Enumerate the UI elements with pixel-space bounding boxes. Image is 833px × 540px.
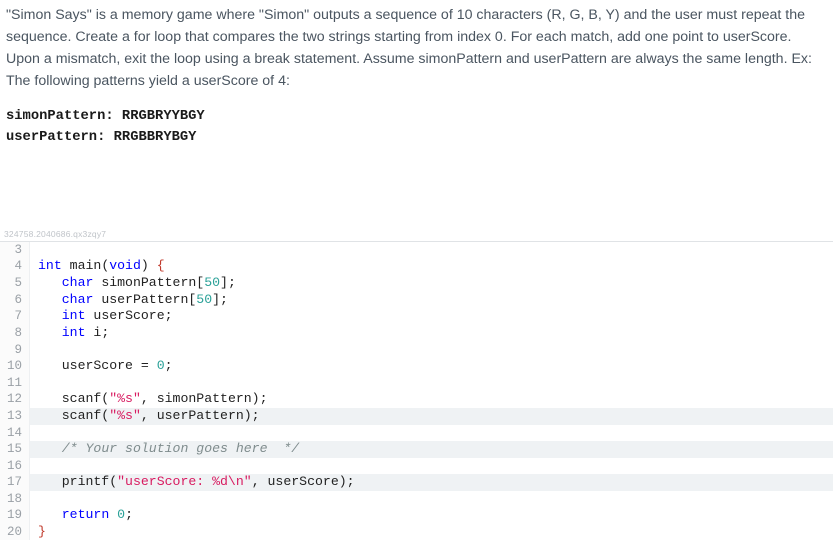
code-11[interactable]: [30, 375, 38, 391]
code-8[interactable]: int i;: [30, 325, 109, 342]
code-line-5[interactable]: 5 char simonPattern[50];: [0, 275, 833, 292]
problem-text: "Simon Says" is a memory game where "Sim…: [6, 7, 812, 89]
gutter-10: 10: [0, 358, 30, 375]
code-17[interactable]: printf("userScore: %d\n", userScore);: [30, 474, 355, 491]
code-line-7[interactable]: 7 int userScore;: [0, 308, 833, 325]
code-15[interactable]: /* Your solution goes here */: [30, 441, 299, 458]
gutter-20: 20: [0, 524, 30, 540]
gutter-9: 9: [0, 342, 30, 358]
gutter-3: 3: [0, 242, 30, 258]
code-13[interactable]: scanf("%s", userPattern);: [30, 408, 260, 425]
gutter-5: 5: [0, 275, 30, 292]
code-line-18[interactable]: 18: [0, 491, 833, 507]
simon-label: simonPattern:: [6, 109, 122, 124]
code-line-8[interactable]: 8 int i;: [0, 325, 833, 342]
code-7[interactable]: int userScore;: [30, 308, 173, 325]
gutter-12: 12: [0, 391, 30, 408]
code-18[interactable]: [30, 491, 38, 507]
code-line-6[interactable]: 6 char userPattern[50];: [0, 292, 833, 309]
gutter-7: 7: [0, 308, 30, 325]
code-20[interactable]: }: [30, 524, 46, 540]
code-line-3[interactable]: 3: [0, 242, 833, 258]
gutter-18: 18: [0, 491, 30, 507]
code-line-4[interactable]: 4int main(void) {: [0, 258, 833, 275]
gutter-19: 19: [0, 507, 30, 524]
code-line-20[interactable]: 20}: [0, 524, 833, 540]
gutter-13: 13: [0, 408, 30, 425]
gutter-17: 17: [0, 474, 30, 491]
gutter-14: 14: [0, 425, 30, 441]
code-line-14[interactable]: 14: [0, 425, 833, 441]
code-line-16[interactable]: 16: [0, 458, 833, 474]
code-16[interactable]: [30, 458, 38, 474]
code-line-19[interactable]: 19 return 0;: [0, 507, 833, 524]
example-patterns-block: simonPattern: RRGBRYYBGY userPattern: RR…: [0, 94, 833, 149]
user-label: userPattern:: [6, 130, 114, 145]
user-value: RRGBBRYBGY: [114, 130, 197, 145]
user-pattern-line: userPattern: RRGBBRYBGY: [6, 127, 827, 148]
code-line-10[interactable]: 10 userScore = 0;: [0, 358, 833, 375]
code-9[interactable]: [30, 342, 38, 358]
code-3[interactable]: [30, 242, 38, 258]
gutter-6: 6: [0, 292, 30, 309]
code-line-13[interactable]: 13 scanf("%s", userPattern);: [0, 408, 833, 425]
gutter-16: 16: [0, 458, 30, 474]
code-editor[interactable]: 3 4int main(void) { 5 char simonPattern[…: [0, 241, 833, 540]
code-line-12[interactable]: 12 scanf("%s", simonPattern);: [0, 391, 833, 408]
watermark-text: 324758.2040686.qx3zqy7: [0, 149, 833, 241]
code-line-15[interactable]: 15 /* Your solution goes here */: [0, 441, 833, 458]
code-line-17[interactable]: 17 printf("userScore: %d\n", userScore);: [0, 474, 833, 491]
code-19[interactable]: return 0;: [30, 507, 133, 524]
gutter-4: 4: [0, 258, 30, 275]
code-12[interactable]: scanf("%s", simonPattern);: [30, 391, 268, 408]
code-14[interactable]: [30, 425, 38, 441]
simon-value: RRGBRYYBGY: [122, 109, 205, 124]
code-10[interactable]: userScore = 0;: [30, 358, 173, 375]
code-line-11[interactable]: 11: [0, 375, 833, 391]
gutter-8: 8: [0, 325, 30, 342]
code-6[interactable]: char userPattern[50];: [30, 292, 228, 309]
gutter-11: 11: [0, 375, 30, 391]
gutter-15: 15: [0, 441, 30, 458]
problem-description: "Simon Says" is a memory game where "Sim…: [0, 0, 833, 94]
code-line-9[interactable]: 9: [0, 342, 833, 358]
code-5[interactable]: char simonPattern[50];: [30, 275, 236, 292]
code-4[interactable]: int main(void) {: [30, 258, 165, 275]
simon-pattern-line: simonPattern: RRGBRYYBGY: [6, 106, 827, 127]
